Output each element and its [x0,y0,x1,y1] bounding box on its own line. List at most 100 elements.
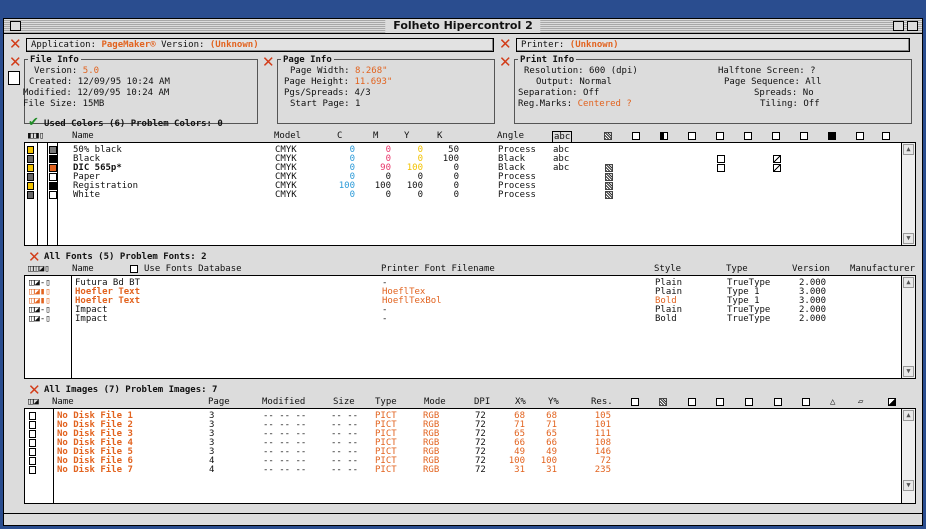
arrow-right-box-icon[interactable] [774,398,782,406]
skew-icon[interactable]: ▱ [858,397,863,407]
color-row[interactable]: Black CMYK 0 0 0 100 Black abc [25,155,915,164]
image-row[interactable]: No Disk File 4 3 -- -- -- -- -- PICT RGB 72 66 6… [25,439,915,448]
scroll-up-arrow-icon[interactable]: ▲ [903,144,914,155]
copy-icon[interactable] [882,132,890,140]
triangle-icon[interactable]: △ [830,397,835,407]
image-doc-icon [29,466,36,474]
use-fonts-db-checkbox[interactable] [130,265,138,273]
application-label: Application: [31,40,97,50]
image-col-modified[interactable]: Modified [262,397,305,407]
overprint-marker-icon [605,164,613,172]
color-col-m[interactable]: M [373,131,378,141]
stack-icon[interactable] [856,132,864,140]
color-col-angle[interactable]: Angle [497,131,524,141]
document-window: Folheto Hipercontrol 2 ✕ Application: Pa… [3,18,923,526]
font-col-version[interactable]: Version [792,264,830,274]
overprint-icon[interactable] [604,132,612,140]
image-col-type[interactable]: Type [375,397,397,407]
color-col-name[interactable]: Name [72,131,94,141]
filled-square-icon[interactable] [828,132,836,140]
box-x-icon[interactable] [744,132,752,140]
diagonal-fill-icon[interactable] [888,398,896,406]
font-col-manufacturer[interactable]: Manufacturer [850,264,915,274]
line-box-icon[interactable] [800,132,808,140]
slash-box-icon[interactable] [772,132,780,140]
images-list[interactable]: No Disk File 1 3 -- -- -- -- -- PICT RGB 72 68 6… [24,408,916,504]
tiling-row: Tiling: Off [760,99,820,109]
resize-icon[interactable] [716,398,724,406]
color-type-icon [27,182,34,190]
separation-value: Off [583,88,600,98]
scroll-down-arrow-icon[interactable]: ▼ [903,233,914,244]
image-col-dpi[interactable]: DPI [474,397,490,407]
image-col-size[interactable]: Size [333,397,355,407]
collapse-box-icon[interactable] [907,21,918,31]
image-row[interactable]: No Disk File 3 3 -- -- -- -- -- PICT RGB 72 65 6… [25,430,915,439]
color-col-k[interactable]: K [437,131,442,141]
font-col-printer[interactable]: Printer Font Filename [381,264,495,274]
image-row[interactable]: No Disk File 7 4 -- -- -- -- -- PICT RGB 72 31 3… [25,466,915,475]
image-col-x-percent[interactable]: X% [515,397,526,407]
square-icon[interactable] [688,398,696,406]
font-row[interactable]: ◫◪▮▯ Hoefler Text HoeflTexBol Bold Type 1 3.0… [25,297,915,306]
images-scrollbar[interactable]: ▲ ▼ [901,409,915,503]
image-col-y-percent[interactable]: Y% [548,397,559,407]
color-col-y[interactable]: Y [404,131,409,141]
scroll-up-arrow-icon[interactable]: ▲ [903,277,914,288]
font-col-style[interactable]: Style [654,264,681,274]
resolution-label: Resolution: [524,66,584,76]
color-col-model[interactable]: Model [274,131,301,141]
problem-x-icon: ✕ [9,53,22,71]
color-col-c[interactable]: C [337,131,342,141]
image-col-name[interactable]: Name [52,397,74,407]
fonts-scrollbar[interactable]: ▲ ▼ [901,276,915,378]
square-icon[interactable] [716,132,724,140]
colors-list[interactable]: 50% black CMYK 0 0 0 50 Process abc Black CMYK 0 0 0… [24,142,916,246]
cross-box-icon[interactable] [632,132,640,140]
fonts-list[interactable]: ◫◪-▯ Futura Bd BT - Plain TrueType 2.000 ◫◪▮▯ H… [24,275,916,379]
color-row[interactable]: White CMYK 0 0 0 0 Process [25,191,915,200]
slash-box-icon[interactable] [745,398,753,406]
image-col-page[interactable]: Page [208,397,230,407]
font-row[interactable]: ◫◪-▯ Futura Bd BT - Plain TrueType 2.000 [25,279,915,288]
scroll-up-arrow-icon[interactable]: ▲ [903,410,914,421]
pattern-icon[interactable] [659,398,667,406]
checkmark-icon: ✔ [28,115,39,130]
half-fill-icon[interactable] [660,132,668,140]
scroll-down-arrow-icon[interactable]: ▼ [903,366,914,377]
image-name-cell: No Disk File 7 [57,465,133,475]
font-style-cell: Bold [655,314,677,324]
cross-box-icon[interactable] [631,398,639,406]
close-box-icon[interactable] [10,21,21,31]
use-fonts-db-label[interactable]: Use Fonts Database [144,264,242,274]
font-row[interactable]: ◫◪▮▯ Hoefler Text HoeflTex Plain Type 1 3.000 [25,288,915,297]
title-bar[interactable]: Folheto Hipercontrol 2 [4,19,922,34]
images-heading: All Images (7) Problem Images: 7 [44,385,218,395]
color-row[interactable]: DIC 565p* CMYK 0 90 100 0 Black abc [25,164,915,173]
file-created-label: Created: [29,77,73,87]
image-doc-icon [29,421,36,429]
image-col-res[interactable]: Res. [591,397,613,407]
image-col-mode[interactable]: Mode [424,397,446,407]
image-row[interactable]: No Disk File 6 4 -- -- -- -- -- PICT RGB 72 100… [25,457,915,466]
scroll-down-arrow-icon[interactable]: ▼ [903,480,914,491]
printer-bar: Printer: (Unknown) [516,38,910,52]
arrow-up-box-icon[interactable] [802,398,810,406]
zoom-box-icon[interactable] [893,21,904,31]
colors-scrollbar[interactable]: ▲ ▼ [901,143,915,245]
color-row[interactable]: Paper CMYK 0 0 0 0 Process [25,173,915,182]
frame-icon[interactable] [688,132,696,140]
color-row[interactable]: 50% black CMYK 0 0 0 50 Process abc [25,146,915,155]
color-row[interactable]: Registration CMYK 100 100 100 0 Process [25,182,915,191]
image-row[interactable]: No Disk File 5 3 -- -- -- -- -- PICT RGB 72 49 4… [25,448,915,457]
font-row[interactable]: ◫◪-▯ Impact - Plain TrueType 2.000 [25,306,915,315]
tiling-value: Off [803,99,820,109]
font-col-type[interactable]: Type [726,264,748,274]
image-row[interactable]: No Disk File 1 3 -- -- -- -- -- PICT RGB 72 68 6… [25,412,915,421]
image-xp-cell: 31 [514,465,525,475]
color-angle-cell: Process [498,190,536,200]
font-type-cell: TrueType [727,314,771,324]
image-row[interactable]: No Disk File 2 3 -- -- -- -- -- PICT RGB 72 71 7… [25,421,915,430]
font-row[interactable]: ◫◪-▯ Impact - Bold TrueType 2.000 [25,315,915,324]
font-col-name[interactable]: Name [72,264,94,274]
